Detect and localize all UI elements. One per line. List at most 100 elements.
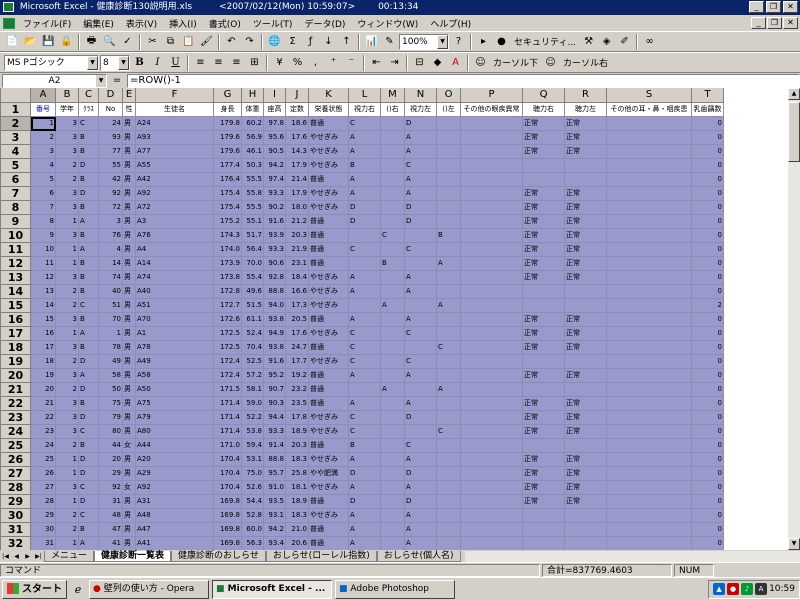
table-cell[interactable]: A77 bbox=[136, 145, 214, 159]
column-title-cell[interactable]: ｸﾗｽ bbox=[79, 103, 99, 117]
scroll-up-icon[interactable]: ▲ bbox=[788, 88, 800, 100]
table-cell[interactable] bbox=[461, 369, 523, 383]
table-cell[interactable]: 0 bbox=[692, 537, 724, 550]
table-cell[interactable]: 正常 bbox=[565, 271, 607, 285]
table-cell[interactable]: 女 bbox=[123, 439, 136, 453]
table-cell[interactable]: A49 bbox=[136, 355, 214, 369]
table-cell[interactable]: 52.8 bbox=[242, 509, 264, 523]
column-title-cell[interactable]: 学年 bbox=[56, 103, 79, 117]
table-cell[interactable] bbox=[565, 285, 607, 299]
table-cell[interactable]: 正常 bbox=[523, 215, 565, 229]
table-cell[interactable]: 93.8 bbox=[264, 341, 286, 355]
table-cell[interactable]: 51.5 bbox=[242, 299, 264, 313]
table-cell[interactable]: 60.0 bbox=[242, 523, 264, 537]
table-cell[interactable]: 175.4 bbox=[214, 201, 242, 215]
table-cell[interactable]: 0 bbox=[692, 509, 724, 523]
table-cell[interactable]: 79 bbox=[99, 411, 123, 425]
start-button[interactable]: スタート bbox=[2, 579, 67, 599]
table-cell[interactable]: 49.6 bbox=[242, 285, 264, 299]
table-cell[interactable]: 42 bbox=[99, 173, 123, 187]
table-cell[interactable]: 正常 bbox=[565, 495, 607, 509]
table-cell[interactable]: 3 bbox=[56, 187, 79, 201]
table-cell[interactable]: 正常 bbox=[523, 131, 565, 145]
column-title-cell[interactable]: 番号 bbox=[31, 103, 56, 117]
column-title-cell[interactable]: 座高 bbox=[264, 103, 286, 117]
column-title-cell[interactable]: 聴力右 bbox=[523, 103, 565, 117]
row-header[interactable]: 29 bbox=[1, 495, 31, 509]
table-cell[interactable]: A bbox=[405, 523, 437, 537]
table-cell[interactable] bbox=[381, 159, 405, 173]
table-cell[interactable]: 90.2 bbox=[264, 201, 286, 215]
macro-run-icon[interactable]: ▸ bbox=[475, 33, 492, 50]
table-cell[interactable] bbox=[437, 285, 461, 299]
table-cell[interactable]: 49 bbox=[99, 355, 123, 369]
table-cell[interactable]: 正常 bbox=[523, 327, 565, 341]
table-cell[interactable]: 0 bbox=[692, 341, 724, 355]
table-cell[interactable]: C bbox=[349, 327, 381, 341]
table-cell[interactable]: D bbox=[79, 187, 99, 201]
table-cell[interactable]: 47 bbox=[99, 523, 123, 537]
table-cell[interactable]: 0 bbox=[692, 397, 724, 411]
table-cell[interactable] bbox=[461, 285, 523, 299]
table-cell[interactable]: 0 bbox=[692, 411, 724, 425]
table-cell[interactable]: 59.4 bbox=[242, 439, 264, 453]
table-cell[interactable]: 14.3 bbox=[286, 145, 309, 159]
table-cell[interactable]: 26 bbox=[31, 467, 56, 481]
table-cell[interactable]: C bbox=[79, 509, 99, 523]
table-cell[interactable]: 男 bbox=[123, 453, 136, 467]
column-title-cell[interactable]: 乳歯齲数 bbox=[692, 103, 724, 117]
function-icon[interactable]: ƒ bbox=[302, 33, 319, 50]
merge-center-icon[interactable]: ⊞ bbox=[246, 54, 263, 71]
table-cell[interactable]: 18.6 bbox=[286, 117, 309, 131]
table-cell[interactable] bbox=[565, 439, 607, 453]
table-cell[interactable]: C bbox=[79, 481, 99, 495]
table-cell[interactable] bbox=[607, 439, 692, 453]
table-cell[interactable]: 正常 bbox=[523, 341, 565, 355]
table-cell[interactable]: 31 bbox=[99, 495, 123, 509]
column-header-k[interactable]: K bbox=[309, 88, 349, 103]
table-cell[interactable]: A bbox=[437, 383, 461, 397]
table-cell[interactable]: 正常 bbox=[523, 313, 565, 327]
table-cell[interactable]: 61.1 bbox=[242, 313, 264, 327]
table-cell[interactable] bbox=[607, 327, 692, 341]
table-cell[interactable] bbox=[437, 453, 461, 467]
table-cell[interactable]: A bbox=[349, 481, 381, 495]
table-cell[interactable]: 59.0 bbox=[242, 397, 264, 411]
drawing-icon[interactable]: ✎ bbox=[381, 33, 398, 50]
table-cell[interactable]: 75.0 bbox=[242, 467, 264, 481]
table-cell[interactable] bbox=[607, 257, 692, 271]
table-cell[interactable]: 91.6 bbox=[264, 215, 286, 229]
table-cell[interactable] bbox=[381, 495, 405, 509]
table-cell[interactable] bbox=[437, 173, 461, 187]
table-cell[interactable]: 正常 bbox=[565, 145, 607, 159]
table-cell[interactable]: 正常 bbox=[565, 257, 607, 271]
table-cell[interactable]: 正常 bbox=[523, 453, 565, 467]
table-cell[interactable]: 172.7 bbox=[214, 299, 242, 313]
table-cell[interactable]: 170.4 bbox=[214, 453, 242, 467]
row-header[interactable]: 25 bbox=[1, 439, 31, 453]
table-cell[interactable]: 17.9 bbox=[286, 159, 309, 173]
table-cell[interactable] bbox=[381, 285, 405, 299]
table-cell[interactable]: 0 bbox=[692, 495, 724, 509]
column-title-cell[interactable]: 栄養状態 bbox=[309, 103, 349, 117]
table-cell[interactable]: 169.8 bbox=[214, 523, 242, 537]
table-cell[interactable]: 男 bbox=[123, 341, 136, 355]
table-cell[interactable] bbox=[523, 159, 565, 173]
font-color-icon[interactable]: A bbox=[447, 54, 464, 71]
vb-editor-icon[interactable]: ◈ bbox=[598, 33, 615, 50]
italic-button[interactable]: I bbox=[149, 54, 166, 71]
table-cell[interactable]: D bbox=[405, 201, 437, 215]
table-cell[interactable]: C bbox=[349, 117, 381, 131]
table-cell[interactable]: 55.8 bbox=[242, 187, 264, 201]
table-cell[interactable] bbox=[461, 495, 523, 509]
table-cell[interactable] bbox=[461, 215, 523, 229]
table-cell[interactable]: A92 bbox=[136, 481, 214, 495]
table-cell[interactable]: 91.0 bbox=[264, 481, 286, 495]
table-cell[interactable]: A bbox=[349, 523, 381, 537]
menu-format[interactable]: 書式(O) bbox=[203, 17, 247, 30]
zoom-select[interactable]: 100% ▼ bbox=[399, 33, 449, 50]
table-cell[interactable]: 0 bbox=[692, 453, 724, 467]
percent-icon[interactable]: % bbox=[289, 54, 306, 71]
table-cell[interactable]: 171.4 bbox=[214, 411, 242, 425]
table-cell[interactable]: 91.6 bbox=[264, 355, 286, 369]
